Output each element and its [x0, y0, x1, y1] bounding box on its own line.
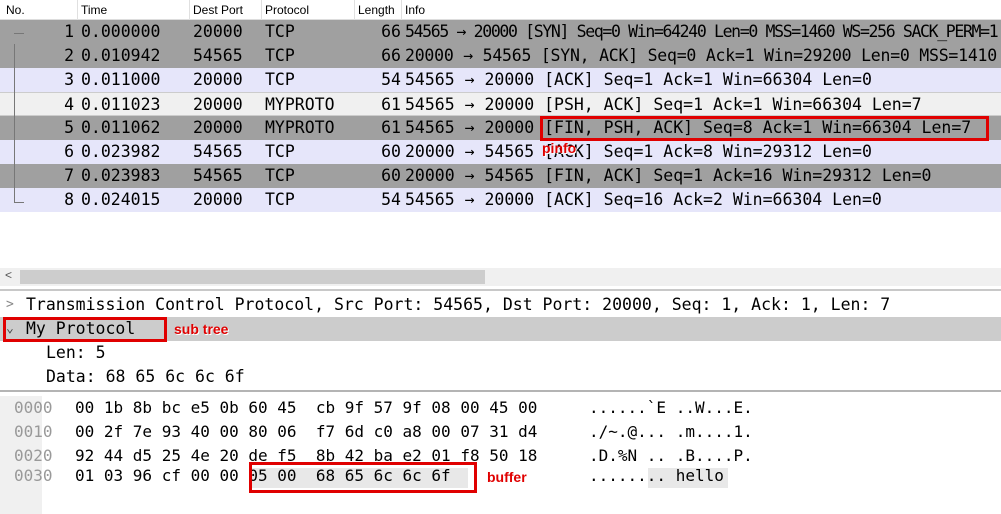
hex-bytes: 00 2f 7e 93 40 00 80 06 f7 6d c0 a8 00 0… [75, 422, 538, 441]
packet-row[interactable]: 3 0.011000 20000 TCP 54 54565 → 20000 [ACK] S… [0, 68, 1001, 92]
col-length[interactable]: Length [358, 3, 395, 17]
packet-row[interactable]: 8 0.024015 20000 TCP 54 54565 → 20000 [ACK] S… [0, 188, 1001, 212]
cell-dport: 20000 [193, 118, 243, 137]
cell-dport: 20000 [193, 22, 243, 41]
cell-no: 5 [64, 118, 74, 137]
cell-proto: TCP [265, 70, 295, 89]
cell-dport: 54565 [193, 166, 243, 185]
cell-info: 20000 → 54565 [FIN, ACK] Seq=1 Ack=16 Wi… [405, 166, 932, 185]
col-protocol[interactable]: Protocol [265, 3, 309, 17]
cell-no: 2 [64, 46, 74, 65]
cell-dport: 54565 [193, 46, 243, 65]
subtree-annotation: sub tree [174, 321, 229, 337]
cell-info: 20000 → 54565 [ACK] Seq=1 Ack=8 Win=2931… [405, 142, 872, 161]
cell-len: 54 [381, 70, 401, 89]
cell-proto: TCP [265, 190, 295, 209]
cell-proto: TCP [265, 46, 295, 65]
pane-divider-2[interactable] [0, 390, 1001, 392]
tree-item-tcp[interactable]: > Transmission Control Protocol, Src Por… [0, 293, 1001, 317]
cell-len: 61 [381, 95, 401, 114]
cell-info: 54565 → 20000 [ACK] Seq=16 Ack=2 Win=663… [405, 190, 882, 209]
cell-proto: TCP [265, 142, 295, 161]
cell-no: 6 [64, 142, 74, 161]
cell-len: 54 [381, 190, 401, 209]
hex-ascii: ......`E ..W...E. [589, 398, 753, 417]
cell-proto: MYPROTO [265, 118, 335, 137]
cell-len: 60 [381, 166, 401, 185]
cell-time: 0.011000 [81, 70, 161, 89]
packet-row[interactable]: 6 0.023982 54565 TCP 60 20000 → 54565 [ACK] S… [0, 140, 1001, 164]
tcp-summary: Transmission Control Protocol, Src Port:… [26, 295, 891, 314]
buffer-annotation: buffer [487, 469, 527, 485]
cell-time: 0.000000 [81, 22, 161, 41]
cell-dport: 20000 [193, 70, 243, 89]
hex-ascii: ........ hello [589, 466, 724, 485]
subtree-highlight-box [3, 317, 167, 342]
cell-dport: 54565 [193, 142, 243, 161]
packet-list-header: No. Time Dest Port Protocol Length Info [0, 0, 1001, 20]
col-dest-port[interactable]: Dest Port [193, 3, 243, 17]
bytes-pane: 0000 00 1b 8b bc e5 0b 60 45 cb 9f 57 9f … [0, 396, 1001, 514]
len-field: Len: 5 [46, 343, 106, 362]
conversation-bracket [14, 44, 15, 202]
scroll-left-icon[interactable]: < [5, 268, 12, 282]
cell-dport: 20000 [193, 190, 243, 209]
cell-no: 8 [64, 190, 74, 209]
packet-row[interactable]: 2 0.010942 54565 TCP 66 20000 → 54565 [SYN, A… [0, 44, 1001, 68]
cell-time: 0.011062 [81, 118, 161, 137]
cell-time: 0.023983 [81, 166, 161, 185]
hex-off: 0000 [14, 398, 53, 417]
cell-info: 54565 → 20000 [ACK] Seq=1 Ack=1 Win=6630… [405, 70, 872, 89]
cell-time: 0.010942 [81, 46, 161, 65]
cell-time: 0.023982 [81, 142, 161, 161]
cell-no: 1 [64, 22, 74, 41]
cell-no: 7 [64, 166, 74, 185]
cell-info: 54565 → 20000 [PSH, ACK] Seq=1 Ack=1 Win… [405, 95, 922, 114]
packet-row[interactable]: 7 0.023983 54565 TCP 60 20000 → 54565 [FIN, A… [0, 164, 1001, 188]
bracket-start [14, 33, 24, 34]
col-info[interactable]: Info [405, 3, 425, 17]
cell-proto: TCP [265, 166, 295, 185]
cell-dport: 20000 [193, 95, 243, 114]
cell-info: 54565 → 20000 [SYN] Seq=0 Win=64240 Len=… [405, 22, 999, 41]
cell-no: 4 [64, 95, 74, 114]
hex-off: 0030 [14, 466, 53, 485]
data-field: Data: 68 65 6c 6c 6f [46, 367, 245, 386]
pinfo-highlight-box [540, 116, 989, 141]
tree-item-data[interactable]: Data: 68 65 6c 6c 6f [0, 365, 1001, 389]
pane-divider[interactable] [0, 289, 1001, 291]
col-no[interactable]: No. [6, 3, 25, 17]
col-time[interactable]: Time [81, 3, 107, 17]
cell-time: 0.024015 [81, 190, 161, 209]
hex-bytes: 00 1b 8b bc e5 0b 60 45 cb 9f 57 9f 08 0… [75, 398, 538, 417]
hex-ascii: ./~.@... .m....1. [589, 422, 753, 441]
hex-off: 0010 [14, 422, 53, 441]
buffer-highlight-box [249, 462, 477, 493]
horizontal-scrollbar[interactable]: < [0, 268, 1001, 286]
cell-len: 66 [381, 46, 401, 65]
cell-len: 66 [381, 22, 401, 41]
packet-row[interactable]: 4 0.011023 20000 MYPROTO 61 54565 → 20000 [PS… [0, 92, 1001, 116]
cell-time: 0.011023 [81, 95, 161, 114]
cell-info: 20000 → 54565 [SYN, ACK] Seq=0 Ack=1 Win… [405, 46, 997, 65]
cell-len: 61 [381, 118, 401, 137]
cell-proto: MYPROTO [265, 95, 335, 114]
pinfo-annotation: pinfo [542, 140, 577, 156]
cell-no: 3 [64, 70, 74, 89]
tree-item-len[interactable]: Len: 5 [0, 341, 1001, 365]
chevron-right-icon[interactable]: > [6, 293, 14, 317]
cell-len: 60 [381, 142, 401, 161]
packet-row[interactable]: 1 0.000000 20000 TCP 66 54565 → 20000 [SYN] S… [0, 20, 1001, 44]
bracket-end [14, 202, 24, 203]
cell-proto: TCP [265, 22, 295, 41]
scrollbar-thumb[interactable] [20, 270, 485, 284]
